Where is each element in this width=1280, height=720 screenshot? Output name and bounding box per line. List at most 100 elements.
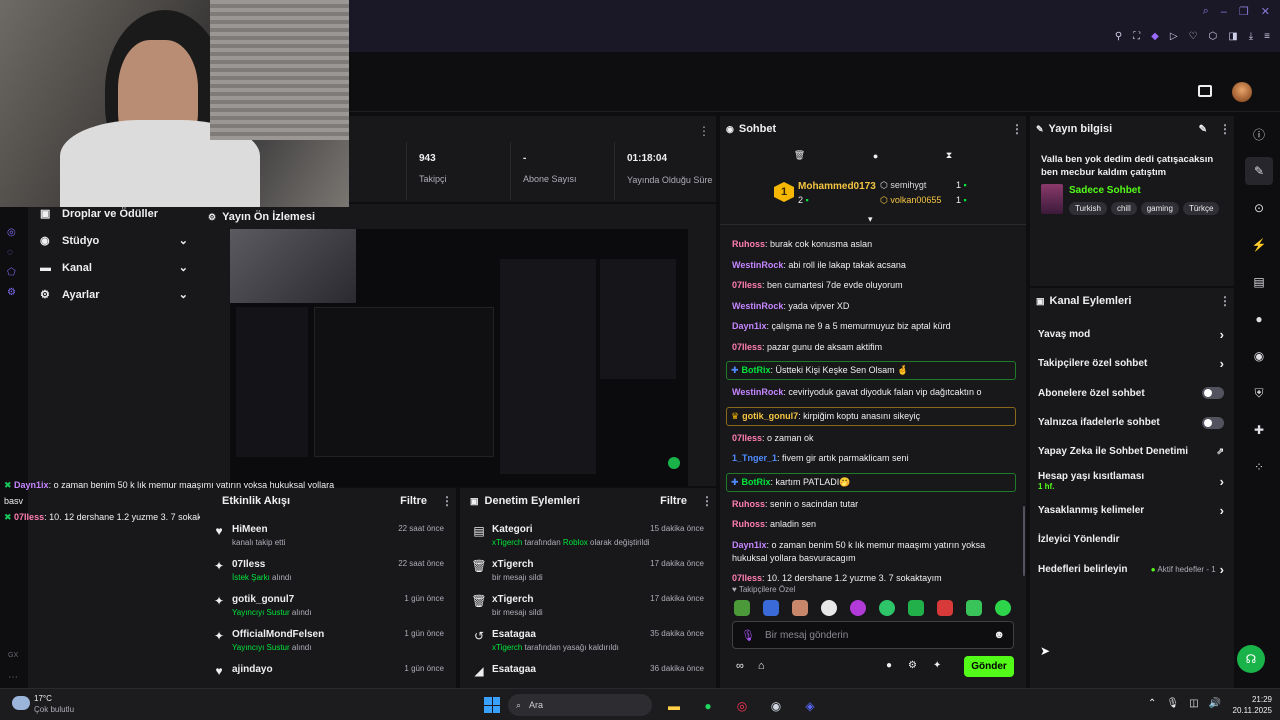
edit-icon[interactable]: ✎: [1245, 157, 1273, 185]
list-item[interactable]: 🗑 xTigerch bir mesajı sildi 17 dakika önc…: [466, 588, 716, 623]
chat-username[interactable]: WestinRock: [732, 387, 783, 397]
emoji-icon[interactable]: ☻: [993, 629, 1005, 641]
opera-gx-icon[interactable]: ◎: [732, 696, 752, 716]
broadcast-icon[interactable]: ◉: [1245, 342, 1273, 370]
hourglass-icon[interactable]: ⧗: [946, 150, 952, 161]
list-item[interactable]: ↺ Esatagaa xTigerch tarafından yasağı kal…: [466, 623, 716, 658]
category-link[interactable]: Sadece Sohbet: [1069, 185, 1141, 196]
emote-4[interactable]: [821, 600, 837, 616]
chat-input[interactable]: 🎙 Bir mesaj gönderin ☻: [732, 621, 1014, 649]
emote-2[interactable]: [763, 600, 779, 616]
chat-message[interactable]: WestinRock: yada vipver XD: [720, 300, 1022, 313]
chat-username[interactable]: WestinRock: [732, 301, 783, 311]
chat-message[interactable]: Ruhoss: burak cok konusma aslan: [720, 238, 1022, 251]
clock[interactable]: 21:29 20.11.2025: [1228, 694, 1272, 716]
emote-10[interactable]: [995, 600, 1011, 616]
chevron-up-icon[interactable]: ⌃: [1148, 698, 1156, 709]
discord-icon[interactable]: ◈: [800, 696, 820, 716]
start-button[interactable]: [484, 697, 500, 713]
goals-item[interactable]: Hedefleri belirleyin ● Aktif hedefler - 1…: [1030, 554, 1234, 583]
crop-icon[interactable]: ⛶: [1133, 31, 1140, 42]
chat-message[interactable]: ✚ BotRix: kartım PATLADI🤭: [726, 472, 1016, 492]
search-icon[interactable]: ⌕: [1203, 5, 1209, 18]
microphone-icon[interactable]: 🎙: [1166, 698, 1179, 709]
followers-only-item[interactable]: Takipçilere özel sohbet ›: [1030, 349, 1234, 378]
play-icon[interactable]: ▷: [1170, 31, 1178, 42]
settings-icon[interactable]: ⚙: [7, 287, 16, 298]
chat-icon[interactable]: ●: [1245, 305, 1273, 333]
chat-message[interactable]: 07Iless: o zaman ok: [720, 432, 1022, 445]
spotify-icon[interactable]: ●: [698, 696, 718, 716]
moderation-menu-icon[interactable]: ⋮: [701, 494, 713, 508]
stream-info-menu-icon[interactable]: ⋮: [1219, 122, 1231, 136]
emote-9[interactable]: [966, 600, 982, 616]
raid-item[interactable]: İzleyici Yönlendir: [1030, 525, 1234, 554]
chat-message[interactable]: 07Iless: ben cumartesi 7de evde oluyorum: [720, 279, 1022, 292]
chat-message[interactable]: WestinRock: ceviriyoduk gavat diyoduk fa…: [720, 386, 1022, 399]
emote-1[interactable]: [734, 600, 750, 616]
emote-8[interactable]: [937, 600, 953, 616]
chat-bubble-icon[interactable]: ●: [873, 151, 878, 161]
chat-message[interactable]: ♛ gotik_gonul7: kirpiğim koptu anasını si…: [726, 406, 1016, 426]
weather-icon[interactable]: [12, 696, 30, 710]
points-icon[interactable]: ∞: [736, 660, 744, 672]
gear-icon[interactable]: ⚙: [908, 660, 917, 671]
more-icon[interactable]: ⋯: [8, 672, 18, 683]
shield-icon[interactable]: ◆: [1151, 31, 1159, 42]
activity-filter-button[interactable]: Filtre: [400, 495, 427, 507]
chat-username[interactable]: 07Iless: [732, 573, 762, 583]
chat-username[interactable]: Ruhoss: [732, 499, 765, 509]
maximize-icon[interactable]: ❐: [1239, 5, 1249, 18]
emote-5[interactable]: [850, 600, 866, 616]
send-button[interactable]: Gönder: [964, 656, 1014, 677]
edit-icon[interactable]: ✎: [1199, 124, 1207, 135]
chat-username[interactable]: 07Iless: [732, 280, 762, 290]
subscribers-only-toggle[interactable]: [1202, 387, 1224, 400]
nav-drops[interactable]: ▣ Droplar ve Ödüller: [40, 207, 158, 221]
nav-channel[interactable]: ▬ Kanal ⌄: [40, 261, 188, 275]
chat-username[interactable]: 1_Tnger_1: [732, 453, 777, 463]
emote-3[interactable]: [792, 600, 808, 616]
chat-username[interactable]: BotRix: [742, 477, 771, 487]
stats-menu-icon[interactable]: ⋮: [698, 122, 710, 140]
chat-settings-icon[interactable]: ●: [886, 660, 892, 671]
file-explorer-icon[interactable]: ▬: [664, 696, 684, 716]
list-item[interactable]: 🗑 xTigerch bir mesajı sildi 17 dakika önc…: [466, 553, 716, 588]
chat-message[interactable]: Dayn1ix: çalışma ne 9 a 5 memurmuyuz biz…: [720, 320, 1022, 333]
chat-message[interactable]: 07Iless: pazar gunu de aksam aktifim: [720, 341, 1022, 354]
trash-icon[interactable]: 🗑: [794, 150, 805, 161]
chat-username[interactable]: Ruhoss: [732, 519, 765, 529]
chat-username[interactable]: WestinRock: [732, 260, 783, 270]
nav-settings[interactable]: ⚙ Ayarlar ⌄: [40, 288, 188, 302]
shape-icon[interactable]: ◨: [1228, 31, 1237, 42]
moderation-filter-button[interactable]: Filtre: [660, 495, 687, 507]
chat-username[interactable]: gotik_gonul7: [742, 411, 798, 421]
chat-username[interactable]: Ruhoss: [732, 239, 765, 249]
chat-username[interactable]: Dayn1ix: [732, 321, 767, 331]
tag[interactable]: Turkish: [1069, 202, 1107, 215]
chat-message[interactable]: 07Iless: 10. 12 dershane 1.2 yuzme 3. 7 …: [720, 572, 1022, 585]
chat-menu-icon[interactable]: ⋮: [1011, 122, 1023, 136]
taskbar-search[interactable]: ⌕ Ara: [508, 694, 652, 716]
slow-mode-item[interactable]: Yavaş mod ›: [1030, 320, 1234, 349]
chat-username[interactable]: Dayn1ix: [732, 540, 767, 550]
chat-username[interactable]: BotRix: [742, 365, 771, 375]
emote-7[interactable]: [908, 600, 924, 616]
chat-message[interactable]: ✚ BotRix: Üstteki Kişi Keşke Sen Olsam 🤞: [726, 361, 1016, 380]
chat-icon[interactable]: ◌: [7, 247, 16, 258]
lightning-icon[interactable]: ⚡: [1245, 231, 1273, 259]
chat-message[interactable]: Ruhoss: anladin sen: [720, 518, 1022, 531]
emotes-only-toggle[interactable]: [1202, 416, 1224, 429]
chat-username[interactable]: 07Iless: [732, 342, 762, 352]
menu-icon[interactable]: ≡: [1264, 31, 1270, 42]
list-item[interactable]: ♥ HiMeen kanalı takip etti 22 saat önce: [206, 518, 456, 553]
volume-icon[interactable]: 🔊: [1209, 698, 1221, 709]
list-item[interactable]: ✦ 07Iless İstek Şarkı alındı 22 saat önce: [206, 553, 456, 588]
microphone-icon[interactable]: 🎙: [741, 629, 755, 642]
download-icon[interactable]: ⤓: [1249, 31, 1253, 42]
stream-preview-video[interactable]: [230, 229, 688, 487]
network-icon[interactable]: ◫: [1189, 698, 1198, 709]
apps-icon[interactable]: ⁘: [1245, 453, 1273, 481]
chat-message[interactable]: Dayn1ix: o zaman benim 50 k lık memur ma…: [720, 539, 1022, 565]
steam-icon[interactable]: ◉: [766, 696, 786, 716]
